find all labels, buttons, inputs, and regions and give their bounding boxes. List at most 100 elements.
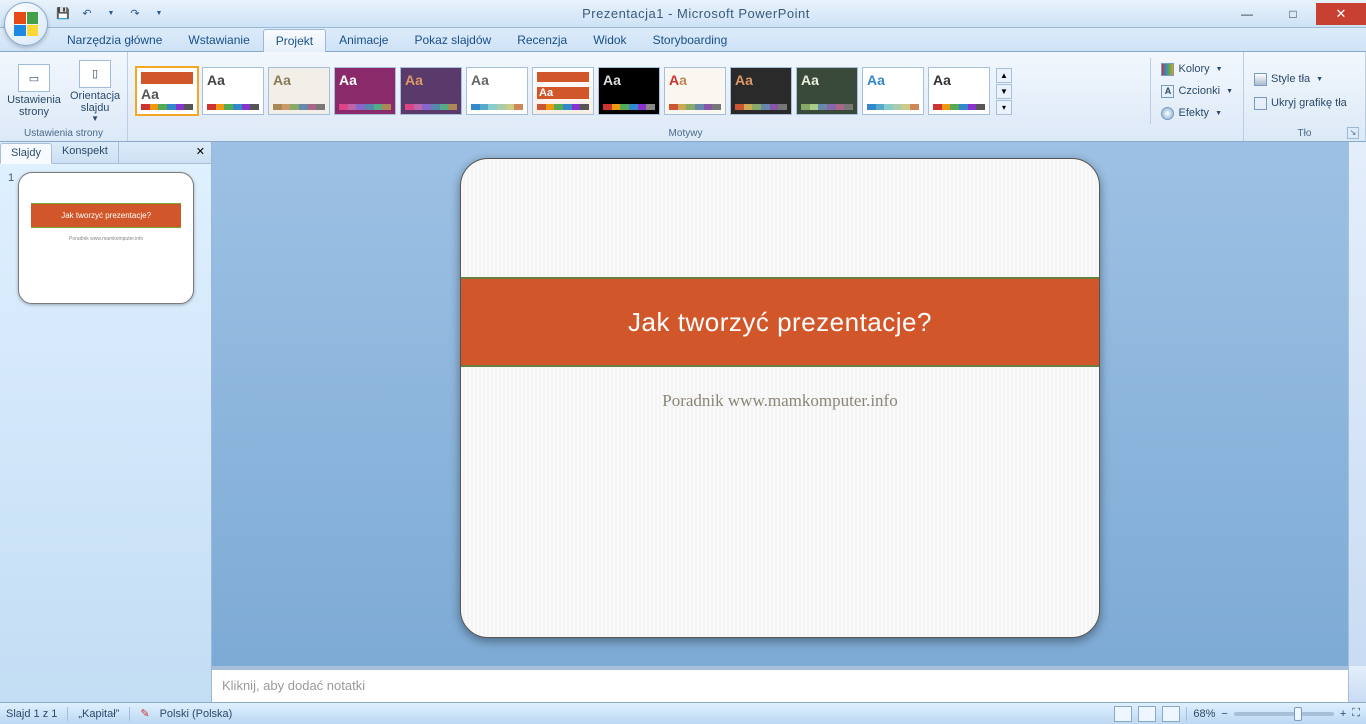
gallery-down-icon[interactable]: ▼ bbox=[996, 84, 1012, 99]
theme-thumb-8[interactable]: Aa bbox=[598, 67, 660, 115]
slide-thumbnail-1[interactable]: Jak tworzyć prezentacje? Poradnik www.ma… bbox=[18, 172, 194, 304]
checkbox-icon bbox=[1254, 97, 1267, 110]
pane-tabs: Slajdy Konspekt ✕ bbox=[0, 142, 211, 164]
spellcheck-icon[interactable]: ✎ bbox=[140, 707, 149, 720]
work-area: Slajdy Konspekt ✕ 1 Jak tworzyć prezenta… bbox=[0, 142, 1366, 702]
tab-view[interactable]: Widok bbox=[580, 28, 639, 51]
background-styles-button[interactable]: Style tła ▼ bbox=[1250, 68, 1327, 90]
zoom-slider[interactable] bbox=[1234, 712, 1334, 716]
maximize-button[interactable]: □ bbox=[1270, 3, 1316, 25]
zoom-slider-knob[interactable] bbox=[1294, 707, 1302, 721]
group-background: Style tła ▼ Ukryj grafikę tła Tło ↘ bbox=[1244, 52, 1366, 141]
slideshow-view-button[interactable] bbox=[1162, 706, 1180, 722]
minimize-button[interactable]: — bbox=[1224, 3, 1270, 25]
window-title: Prezentacja1 - Microsoft PowerPoint bbox=[168, 6, 1224, 21]
vertical-scrollbar[interactable] bbox=[1348, 142, 1366, 666]
tab-design[interactable]: Projekt bbox=[263, 29, 326, 52]
gallery-scroll: ▲ ▼ ▾ bbox=[996, 68, 1012, 115]
window-controls: — □ bbox=[1224, 3, 1366, 25]
group-page-setup: ▭ Ustawienia strony ▯ Orientacja slajdu … bbox=[0, 52, 128, 141]
thumbnail-number: 1 bbox=[8, 172, 14, 304]
ribbon: ▭ Ustawienia strony ▯ Orientacja slajdu … bbox=[0, 52, 1366, 142]
tab-storyboarding[interactable]: Storyboarding bbox=[640, 28, 741, 51]
theme-effects-button[interactable]: Efekty ▼ bbox=[1157, 102, 1237, 124]
chevron-down-icon: ▼ bbox=[1216, 66, 1223, 73]
ribbon-tabs: Narzędzia główne Wstawianie Projekt Anim… bbox=[0, 28, 1366, 52]
slide-subtitle[interactable]: Poradnik www.mamkomputer.info bbox=[461, 391, 1099, 411]
slide-canvas[interactable]: Jak tworzyć prezentacje? Poradnik www.ma… bbox=[212, 142, 1348, 666]
background-styles-label: Style tła bbox=[1271, 73, 1310, 85]
fonts-label: Czcionki bbox=[1178, 85, 1220, 97]
gallery-more-icon[interactable]: ▾ bbox=[996, 100, 1012, 115]
page-setup-icon: ▭ bbox=[18, 64, 50, 92]
theme-gallery: Aa Aa Aa Aa Aa bbox=[134, 65, 1014, 117]
tab-slides[interactable]: Slajdy bbox=[0, 143, 52, 164]
status-language[interactable]: Polski (Polska) bbox=[160, 708, 233, 720]
redo-icon[interactable]: ↷ bbox=[126, 5, 144, 23]
group-themes-label: Motywy bbox=[134, 126, 1237, 139]
tab-slideshow[interactable]: Pokaz slajdów bbox=[401, 28, 504, 51]
theme-thumb-1[interactable]: Aa bbox=[136, 67, 198, 115]
effects-icon bbox=[1161, 107, 1174, 120]
chevron-down-icon: ▼ bbox=[91, 114, 99, 123]
fit-to-window-button[interactable]: ⛶ bbox=[1352, 707, 1360, 720]
tab-animations[interactable]: Animacje bbox=[326, 28, 401, 51]
group-page-setup-label: Ustawienia strony bbox=[6, 126, 121, 139]
colors-label: Kolory bbox=[1178, 63, 1209, 75]
qat-customize-icon[interactable]: ▼ bbox=[150, 5, 168, 23]
tab-review[interactable]: Recenzja bbox=[504, 28, 580, 51]
slide[interactable]: Jak tworzyć prezentacje? Poradnik www.ma… bbox=[460, 158, 1100, 638]
tab-insert[interactable]: Wstawianie bbox=[175, 28, 262, 51]
page-setup-button[interactable]: ▭ Ustawienia strony bbox=[6, 62, 62, 120]
normal-view-button[interactable] bbox=[1114, 706, 1132, 722]
theme-thumb-13[interactable]: Aa bbox=[928, 67, 990, 115]
effects-label: Efekty bbox=[1178, 107, 1209, 119]
zoom-level[interactable]: 68% bbox=[1193, 708, 1215, 720]
theme-fonts-button[interactable]: A Czcionki ▼ bbox=[1157, 80, 1237, 102]
gallery-up-icon[interactable]: ▲ bbox=[996, 68, 1012, 83]
theme-thumb-6[interactable]: Aa bbox=[466, 67, 528, 115]
theme-thumb-12[interactable]: Aa bbox=[862, 67, 924, 115]
notes-scrollbar[interactable] bbox=[1348, 666, 1366, 702]
status-theme[interactable]: „Kapitał” bbox=[78, 708, 119, 720]
chevron-down-icon: ▼ bbox=[1316, 76, 1323, 83]
dialog-launcher-icon[interactable]: ↘ bbox=[1347, 127, 1359, 139]
thumb-subtitle: Poradnik www.mamkomputer.info bbox=[69, 236, 143, 242]
tab-home[interactable]: Narzędzia główne bbox=[54, 28, 175, 51]
notes-pane[interactable]: Kliknij, aby dodać notatki bbox=[212, 666, 1348, 702]
slide-title[interactable]: Jak tworzyć prezentacje? bbox=[461, 277, 1099, 367]
undo-dropdown-icon[interactable]: ▼ bbox=[102, 5, 120, 23]
title-bar: 💾 ↶ ▼ ↷ ▼ Prezentacja1 - Microsoft Power… bbox=[0, 0, 1366, 28]
fonts-icon: A bbox=[1161, 85, 1174, 98]
theme-thumb-10[interactable]: Aa bbox=[730, 67, 792, 115]
theme-colors-button[interactable]: Kolory ▼ bbox=[1157, 58, 1237, 80]
chevron-down-icon: ▼ bbox=[1215, 110, 1222, 117]
close-pane-icon[interactable]: ✕ bbox=[190, 142, 211, 163]
colors-icon bbox=[1161, 63, 1174, 76]
undo-icon[interactable]: ↶ bbox=[78, 5, 96, 23]
slide-orientation-button[interactable]: ▯ Orientacja slajdu ▼ bbox=[68, 58, 122, 125]
orientation-label: Orientacja slajdu bbox=[70, 90, 120, 114]
theme-thumb-7[interactable]: Aa bbox=[532, 67, 594, 115]
status-slide-count: Slajd 1 z 1 bbox=[6, 708, 57, 720]
close-button[interactable] bbox=[1316, 3, 1366, 25]
theme-thumb-11[interactable]: Aa bbox=[796, 67, 858, 115]
status-bar: Slajd 1 z 1 „Kapitał” ✎ Polski (Polska) … bbox=[0, 702, 1366, 724]
office-button[interactable] bbox=[4, 2, 48, 46]
hide-background-graphics-checkbox[interactable]: Ukryj grafikę tła bbox=[1250, 92, 1351, 114]
tab-outline[interactable]: Konspekt bbox=[52, 142, 119, 163]
zoom-out-button[interactable]: − bbox=[1221, 708, 1227, 720]
slides-outline-pane: Slajdy Konspekt ✕ 1 Jak tworzyć prezenta… bbox=[0, 142, 212, 702]
save-icon[interactable]: 💾 bbox=[54, 5, 72, 23]
theme-thumb-9[interactable]: Aa bbox=[664, 67, 726, 115]
theme-thumb-2[interactable]: Aa bbox=[202, 67, 264, 115]
sorter-view-button[interactable] bbox=[1138, 706, 1156, 722]
page-setup-label: Ustawienia strony bbox=[7, 94, 61, 118]
background-styles-icon bbox=[1254, 73, 1267, 86]
orientation-icon: ▯ bbox=[79, 60, 111, 88]
slide-thumbnails: 1 Jak tworzyć prezentacje? Poradnik www.… bbox=[0, 164, 211, 702]
theme-thumb-5[interactable]: Aa bbox=[400, 67, 462, 115]
theme-thumb-4[interactable]: Aa bbox=[334, 67, 396, 115]
zoom-in-button[interactable]: + bbox=[1340, 708, 1346, 720]
theme-thumb-3[interactable]: Aa bbox=[268, 67, 330, 115]
